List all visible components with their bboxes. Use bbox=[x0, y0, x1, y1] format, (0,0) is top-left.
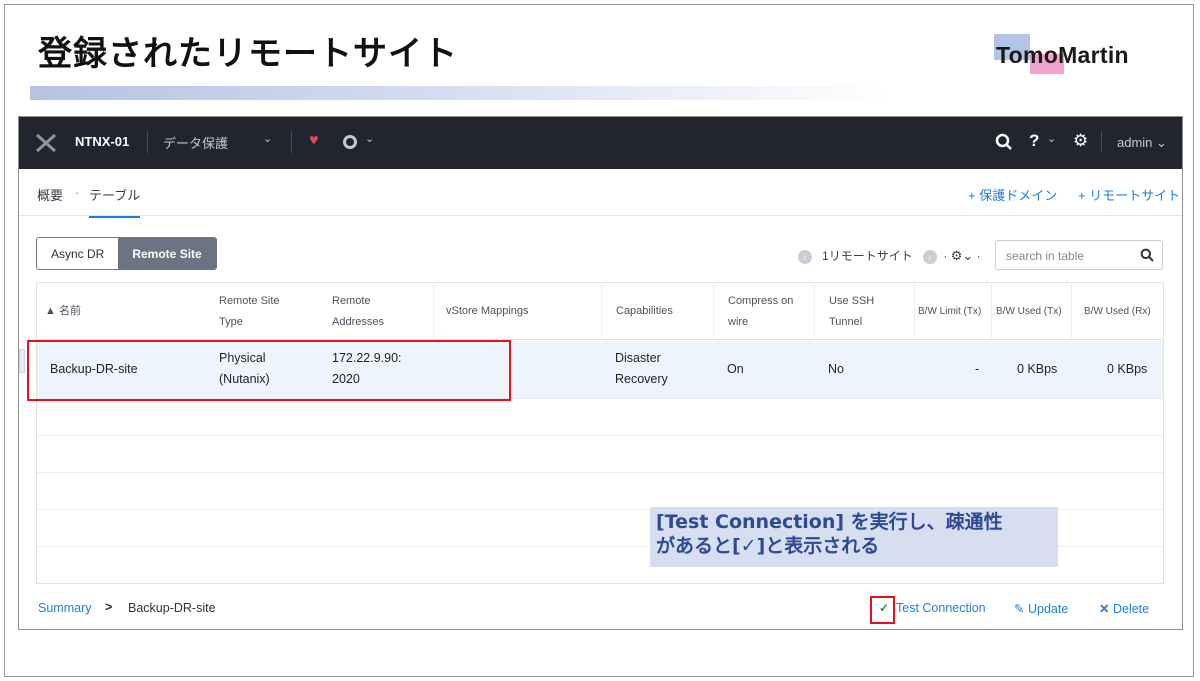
search-icon[interactable] bbox=[995, 133, 1013, 151]
main-menu-dropdown[interactable]: データ保護 bbox=[163, 133, 228, 152]
add-protection-domain-link[interactable]: + 保護ドメイン bbox=[968, 185, 1057, 204]
health-heart-icon[interactable]: ♥ bbox=[309, 132, 319, 150]
navbar-divider bbox=[147, 131, 148, 153]
cell-bw-limit-tx: - bbox=[975, 362, 980, 376]
user-name: admin bbox=[1117, 135, 1153, 150]
column-header-bw-limit-tx[interactable]: B/W Limit (Tx) bbox=[914, 283, 991, 340]
remote-site-toggle[interactable]: Remote Site bbox=[118, 238, 216, 269]
delete-button[interactable]: ✕ Delete bbox=[1099, 601, 1149, 616]
next-page-icon[interactable]: › bbox=[922, 249, 937, 264]
cell-capabilities: Disaster Recovery bbox=[615, 351, 668, 386]
alerts-circle-icon[interactable] bbox=[343, 135, 357, 149]
column-header-vstore[interactable]: vStore Mappings bbox=[433, 283, 601, 340]
column-header-bw-used-rx[interactable]: B/W Used (Rx) bbox=[1071, 283, 1165, 340]
highlight-row-box bbox=[27, 340, 511, 401]
add-remote-site-link[interactable]: + リモートサイト bbox=[1078, 185, 1180, 204]
sub-navigation: 概要 · テーブル + 保護ドメイン + リモートサイト bbox=[19, 169, 1182, 218]
delete-label: Delete bbox=[1112, 602, 1150, 616]
test-connection-button[interactable]: Test Connection bbox=[896, 601, 986, 615]
column-header-name[interactable]: ▲ 名前 bbox=[45, 283, 215, 340]
navbar-divider bbox=[291, 131, 292, 153]
navbar-divider bbox=[1101, 131, 1102, 153]
callout-line-2: があると[✓]と表示される bbox=[656, 535, 880, 557]
close-icon: ✕ bbox=[1099, 602, 1110, 616]
row-divider bbox=[37, 435, 1163, 436]
column-header-compress[interactable]: Compress on wire bbox=[713, 283, 814, 340]
cell-bw-used-tx: 0 KBps bbox=[1017, 362, 1058, 376]
breadcrumb-summary-link[interactable]: Summary bbox=[38, 601, 91, 615]
chevron-down-icon[interactable]: ⌄ bbox=[1047, 132, 1056, 145]
user-menu[interactable]: admin ⌄ bbox=[1117, 135, 1167, 151]
gear-icon[interactable]: ⚙ bbox=[1073, 131, 1088, 151]
prism-window: NTNX-01 データ保護 ⌄ ♥ ⌄ ? ⌄ ⚙ admin ⌄ 概要 · テ… bbox=[18, 116, 1183, 630]
column-header-addresses[interactable]: Remote Addresses bbox=[332, 283, 432, 340]
top-navbar: NTNX-01 データ保護 ⌄ ♥ ⌄ ? ⌄ ⚙ admin ⌄ bbox=[19, 117, 1182, 169]
search-placeholder: search in table bbox=[1006, 249, 1085, 263]
pager: ‹ 1リモートサイト › · ⚙⌄ · bbox=[798, 247, 981, 264]
detail-footer: Summary > Backup-DR-site ✓ Test Connecti… bbox=[19, 593, 1182, 623]
highlight-check-box bbox=[870, 596, 895, 624]
row-divider bbox=[37, 472, 1163, 473]
tomomartin-logo: TomoMartin bbox=[992, 34, 1152, 78]
slide-title: 登録されたリモートサイト bbox=[38, 34, 458, 74]
prev-page-icon[interactable]: ‹ bbox=[798, 249, 812, 264]
breadcrumb-arrow: > bbox=[105, 600, 113, 614]
tab-separator: · bbox=[75, 185, 80, 200]
logo-text: TomoMartin bbox=[996, 42, 1129, 68]
cell-compress: On bbox=[727, 362, 744, 376]
table-settings-gear-icon[interactable]: ⚙⌄ bbox=[951, 248, 974, 263]
update-label: Update bbox=[1027, 602, 1069, 616]
chevron-down-icon[interactable]: ⌄ bbox=[365, 132, 374, 145]
cell-ssh: No bbox=[828, 362, 844, 376]
title-underline-bar bbox=[30, 86, 890, 100]
column-header-capabilities[interactable]: Capabilities bbox=[601, 283, 713, 340]
help-icon[interactable]: ? bbox=[1029, 131, 1039, 151]
breadcrumb-current: Backup-DR-site bbox=[128, 601, 216, 615]
column-header-ssh[interactable]: Use SSH Tunnel bbox=[814, 283, 914, 340]
pager-summary: 1リモートサイト bbox=[822, 249, 913, 263]
view-toggle: Async DR Remote Site bbox=[36, 237, 217, 270]
nutanix-x-icon[interactable] bbox=[35, 133, 57, 153]
pencil-icon: ✎ bbox=[1014, 602, 1025, 616]
table-header: ▲ 名前 Remote Site Type Remote Addresses vSt… bbox=[37, 283, 1163, 340]
search-icon[interactable] bbox=[1140, 248, 1154, 262]
annotation-callout: [Test Connection] を実行し、疎通性 があると[✓]と表示される bbox=[650, 507, 1058, 567]
cell-bw-used-rx: 0 KBps bbox=[1107, 362, 1148, 376]
tab-overview[interactable]: 概要 bbox=[37, 185, 63, 204]
chevron-down-icon[interactable]: ⌄ bbox=[263, 132, 272, 145]
column-header-bw-used-tx[interactable]: B/W Used (Tx) bbox=[991, 283, 1071, 340]
row-expander-handle[interactable] bbox=[19, 349, 25, 373]
column-header-type[interactable]: Remote Site Type bbox=[219, 283, 329, 340]
table-search-input[interactable]: search in table bbox=[995, 240, 1163, 270]
tab-table[interactable]: テーブル bbox=[89, 185, 141, 218]
update-button[interactable]: ✎ Update bbox=[1014, 601, 1068, 616]
async-dr-toggle[interactable]: Async DR bbox=[37, 238, 119, 269]
callout-line-1: [Test Connection] を実行し、疎通性 bbox=[656, 511, 1003, 533]
cluster-name[interactable]: NTNX-01 bbox=[75, 134, 129, 149]
